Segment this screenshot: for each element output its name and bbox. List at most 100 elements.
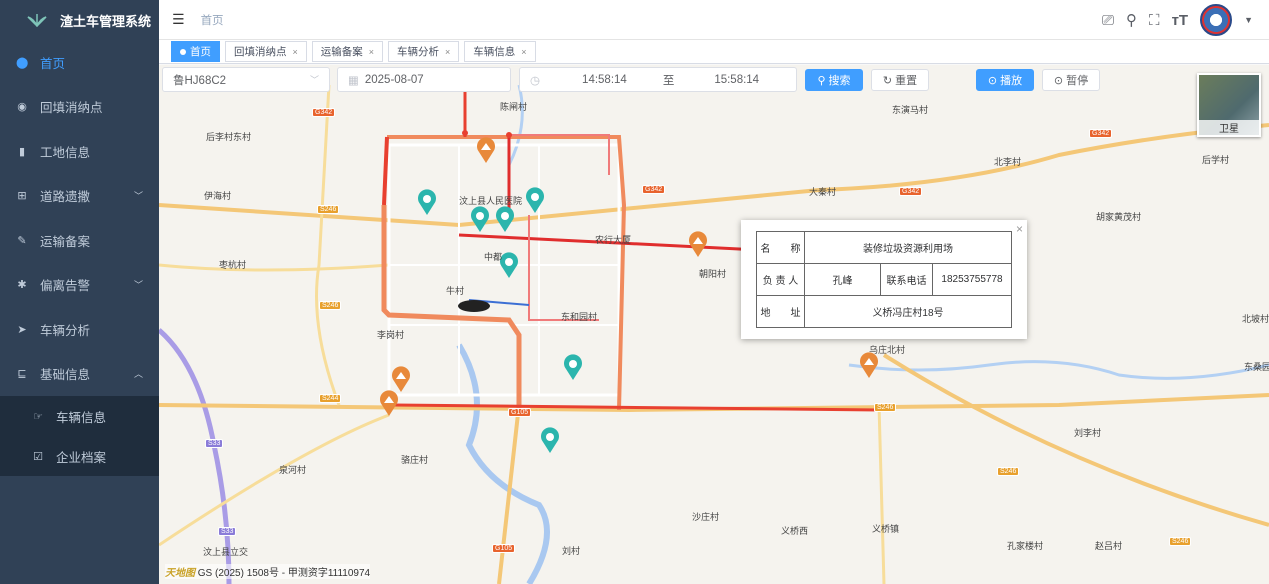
tag-backfill[interactable]: 回填消纳点 × <box>225 41 307 62</box>
sidebar-item-backfill[interactable]: ◉ 回填消纳点 <box>0 85 159 130</box>
construction-site-pin-icon[interactable] <box>470 206 490 232</box>
construction-site-pin-icon[interactable] <box>495 206 515 232</box>
tag-home[interactable]: 首页 <box>171 41 220 62</box>
search-button[interactable]: ⚲ 搜索 <box>805 69 863 91</box>
submenu-basic-info: ☞ 车辆信息 ☑ 企业档案 <box>0 396 159 476</box>
play-button[interactable]: ⊙ 播放 <box>976 69 1034 91</box>
map-logo-icon: 天地图 <box>165 568 195 579</box>
place-label: 刘村 <box>562 546 581 556</box>
date-picker[interactable]: ▦ 2025-08-07 <box>337 67 511 92</box>
search-icon[interactable]: ⚲ <box>1126 11 1137 29</box>
leaf-logo-icon <box>27 14 47 27</box>
app-logo: 渣土车管理系统 <box>0 0 159 40</box>
tags-view: 首页 回填消纳点 × 运输备案 × 车辆分析 × 车辆信息 × <box>159 40 1269 64</box>
tag-label: 运输备案 <box>320 46 363 58</box>
sidebar-item-deviation-alarm[interactable]: ✱ 偏离告警 ﹀ <box>0 263 159 308</box>
location-icon: ◉ <box>17 101 27 114</box>
bar-chart-icon: ▮ <box>18 145 26 158</box>
disposal-site-pin-icon[interactable] <box>379 390 399 416</box>
calendar-icon: ▦ <box>348 74 359 87</box>
time-range-picker[interactable]: ◷ 14:58:14 至 15:58:14 <box>519 67 797 92</box>
tag-vehicle-analysis[interactable]: 车辆分析 × <box>388 41 460 62</box>
hamburger-icon[interactable]: ☰ <box>172 11 185 28</box>
phone-value: 18253755778 <box>932 263 1012 296</box>
clock-icon: ◷ <box>530 74 541 87</box>
chevron-down-icon: ﹀ <box>133 280 143 291</box>
tag-transport-record[interactable]: 运输备案 × <box>311 41 384 62</box>
avatar[interactable] <box>1200 4 1233 36</box>
table-row: 地 址 义桥冯庄村18号 <box>756 295 1012 328</box>
construction-site-pin-icon[interactable] <box>563 354 583 380</box>
road-shield: S246 <box>997 467 1020 476</box>
end-time[interactable]: 15:58:14 <box>714 74 759 86</box>
road-shield: G342 <box>312 108 336 117</box>
tag-vehicle-info[interactable]: 车辆信息 × <box>464 41 536 62</box>
plate-select[interactable]: 鲁HJ68C2 ﹀ <box>162 67 330 92</box>
place-label: 东和园村 <box>561 312 598 322</box>
font-size-icon[interactable]: ᴛT <box>1172 12 1189 29</box>
reset-button[interactable]: ↻ 重置 <box>871 69 929 91</box>
app-title: 渣土车管理系统 <box>60 13 152 29</box>
sidebar-item-road-spill[interactable]: ⊞ 道路遗撒 ﹀ <box>0 174 159 219</box>
map-canvas[interactable]: 东演马村 北李村 后学村 胡家黄茂村 大秦村 后李村东村 伊海村 枣杭村 朝阳村… <box>159 65 1269 584</box>
road-shield: G342 <box>899 187 923 196</box>
place-label: 农行大厦 <box>595 235 632 245</box>
close-icon[interactable]: × <box>521 47 526 57</box>
refresh-icon: ↻ <box>882 74 893 87</box>
place-label: 赵吕村 <box>1095 541 1123 551</box>
start-time[interactable]: 14:58:14 <box>582 74 627 86</box>
fullscreen-icon[interactable]: ⛶ <box>1149 12 1160 29</box>
sidebar-item-home[interactable]: ⬤ 首页 <box>0 40 159 85</box>
construction-site-pin-icon[interactable] <box>525 187 545 213</box>
table-icon: ⊞ <box>17 190 27 203</box>
site-info-table: 名 称 装修垃圾资源利用场 负 责 人 孔峰 联系电话 18253755778 … <box>756 231 1012 328</box>
caret-down-icon[interactable]: ▼ <box>1244 15 1253 25</box>
close-icon[interactable]: × <box>293 47 298 57</box>
range-separator: 至 <box>662 74 675 87</box>
construction-site-pin-icon[interactable] <box>540 427 560 453</box>
close-icon[interactable]: × <box>369 47 374 57</box>
place-label: 大秦村 <box>809 187 837 197</box>
sidebar-item-company-archive[interactable]: ☑ 企业档案 <box>0 436 159 476</box>
place-label: 北李村 <box>994 157 1022 167</box>
sidebar-item-vehicle-info[interactable]: ☞ 车辆信息 <box>0 396 159 436</box>
pause-icon: ⊙ <box>1053 74 1064 87</box>
car-icon: ☞ <box>33 410 43 423</box>
map-svg <box>159 75 1269 584</box>
road-shield: S246 <box>317 205 340 214</box>
place-label: 中都 <box>484 252 503 262</box>
place-label: 义桥镇 <box>872 524 900 534</box>
plate-value: 鲁HJ68C2 <box>173 74 227 87</box>
tag-label: 回填消纳点 <box>234 46 287 58</box>
disposal-site-pin-icon[interactable] <box>688 231 708 257</box>
screen-icon[interactable]: ⎚ <box>1102 12 1114 29</box>
sidebar-item-sites[interactable]: ▮ 工地信息 <box>0 129 159 174</box>
name-label: 名 称 <box>756 231 805 264</box>
road-shield: S246 <box>1169 537 1192 546</box>
disposal-site-pin-icon[interactable] <box>391 366 411 392</box>
construction-site-pin-icon[interactable] <box>417 189 437 215</box>
copyright-text: GS (2025) 1508号 - 甲测资字11110974 <box>197 568 371 579</box>
sidebar-item-label: 车辆分析 <box>40 323 91 338</box>
road-shield: G342 <box>1089 129 1113 138</box>
pause-button[interactable]: ⊙ 暂停 <box>1042 69 1100 91</box>
close-icon[interactable]: × <box>1016 222 1023 236</box>
road-shield: S33 <box>218 527 237 536</box>
breadcrumb[interactable]: 首页 <box>201 12 224 28</box>
top-navbar: ☰ 首页 ⎚ ⚲ ⛶ ᴛT ▼ <box>159 0 1269 40</box>
place-label: 东演马村 <box>892 105 929 115</box>
reset-label: 重置 <box>895 75 918 87</box>
sidebar-item-vehicle-analysis[interactable]: ➤ 车辆分析 <box>0 307 159 352</box>
sidebar-item-transport-record[interactable]: ✎ 运输备案 <box>0 218 159 263</box>
sidebar-item-label: 回填消纳点 <box>40 101 103 116</box>
archive-icon: ☑ <box>33 450 43 463</box>
road-shield: G342 <box>642 185 666 194</box>
place-label: 孔家楼村 <box>1007 541 1044 551</box>
place-label: 骆庄村 <box>401 455 429 465</box>
close-icon[interactable]: × <box>445 47 450 57</box>
address-value: 义桥冯庄村18号 <box>804 295 1012 328</box>
sidebar-item-basic-info[interactable]: ⊑ 基础信息 ︿ <box>0 352 159 397</box>
satellite-toggle[interactable]: 卫星 <box>1197 73 1261 137</box>
disposal-site-pin-icon[interactable] <box>476 137 496 163</box>
sidebar-item-label: 道路遗撒 <box>40 190 91 205</box>
